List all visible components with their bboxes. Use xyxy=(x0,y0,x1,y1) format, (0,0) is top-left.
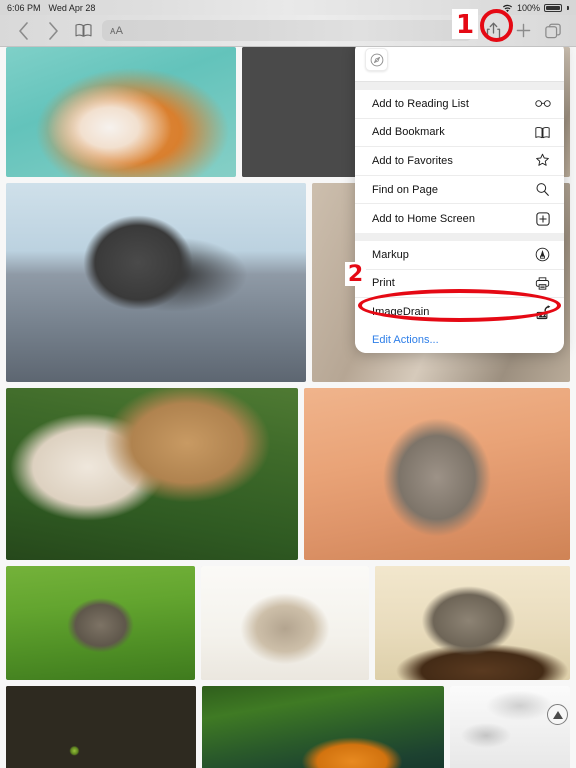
share-item-find-on-page[interactable]: Find on Page xyxy=(355,175,564,205)
chevron-left-icon[interactable] xyxy=(8,17,38,45)
glasses-icon xyxy=(534,95,551,112)
image-thumbnail xyxy=(6,183,306,382)
share-item-add-to-reading-list[interactable]: Add to Reading List xyxy=(355,90,564,119)
share-item-print[interactable]: Print xyxy=(355,269,564,299)
photo-green-eyed-tabby[interactable] xyxy=(6,686,196,768)
battery-percent-label: 100% xyxy=(516,2,540,13)
photo-kitten-in-daisies[interactable] xyxy=(6,566,196,680)
image-thumbnail xyxy=(6,388,298,560)
share-sheet-divider-2 xyxy=(355,232,564,241)
gallery-row xyxy=(6,686,570,768)
share-item-imagedrain[interactable]: ImageDrain xyxy=(355,298,564,327)
status-time: 6:06 PM xyxy=(7,2,41,13)
text-size-button[interactable]: ᴀA xyxy=(110,25,123,37)
plus-icon[interactable] xyxy=(508,17,538,45)
photo-sketch-animals[interactable] xyxy=(450,686,570,768)
photo-scottish-fold-sitting[interactable] xyxy=(304,388,570,560)
share-sheet-card: Add to Reading List Add Bookmark Add to … xyxy=(355,40,564,353)
share-actions-group-2: Markup Print ImageDrain xyxy=(355,240,564,327)
image-thumbnail xyxy=(450,686,570,768)
share-actions-group-1: Add to Reading List Add Bookmark Add to … xyxy=(355,90,564,233)
battery-tip xyxy=(567,5,569,10)
address-bar[interactable]: ᴀA xyxy=(102,20,472,41)
share-item-add-to-favorites[interactable]: Add to Favorites xyxy=(355,147,564,176)
share-item-label: Add Bookmark xyxy=(372,126,445,139)
share-item-label: Add to Reading List xyxy=(372,97,469,110)
chevron-right-icon[interactable] xyxy=(38,17,68,45)
share-item-label: ImageDrain xyxy=(372,306,430,319)
share-sheet-divider-1 xyxy=(355,82,564,90)
safari-compass-icon xyxy=(365,48,388,71)
open-book-icon xyxy=(534,124,551,141)
star-icon xyxy=(534,152,551,169)
image-thumbnail xyxy=(304,388,570,560)
scroll-to-top-button[interactable] xyxy=(547,704,568,725)
image-thumbnail xyxy=(201,566,369,680)
share-item-label: Print xyxy=(372,277,395,290)
gallery-row xyxy=(6,566,570,680)
magnifier-icon xyxy=(534,181,551,198)
share-item-markup[interactable]: Markup xyxy=(355,240,564,270)
share-sheet-popover[interactable]: Add to Reading List Add Bookmark Add to … xyxy=(355,40,564,353)
tabs-overview-icon[interactable] xyxy=(538,17,568,45)
share-item-add-to-home-screen[interactable]: Add to Home Screen xyxy=(355,204,564,233)
printer-icon xyxy=(534,275,551,292)
photo-kitten-looking-up[interactable] xyxy=(374,566,570,680)
share-item-label: Markup xyxy=(372,248,409,261)
status-date: Wed Apr 28 xyxy=(48,2,96,13)
photo-tabby-on-white[interactable] xyxy=(201,566,369,680)
share-item-add-bookmark[interactable]: Add Bookmark xyxy=(355,118,564,148)
image-thumbnail xyxy=(374,566,570,680)
markup-pen-circle-icon xyxy=(534,246,551,263)
photo-kitten-with-flower[interactable] xyxy=(6,183,306,382)
imagedrain-icon xyxy=(534,304,551,321)
annotation-step-2: 2 xyxy=(345,262,366,286)
image-thumbnail xyxy=(6,566,196,680)
image-thumbnail xyxy=(6,686,196,768)
wifi-icon xyxy=(502,4,513,13)
share-item-label: Add to Favorites xyxy=(372,154,453,167)
photo-cat-and-dog-in-grass[interactable] xyxy=(6,388,298,560)
book-icon[interactable] xyxy=(68,17,98,45)
ipad-safari-screen: 6:06 PM Wed Apr 28 100% ᴀA Add to Readin… xyxy=(0,0,576,768)
edit-actions-button[interactable]: Edit Actions... xyxy=(355,326,564,353)
share-button[interactable] xyxy=(478,17,508,45)
share-item-label: Find on Page xyxy=(372,183,439,196)
status-bar: 6:06 PM Wed Apr 28 100% xyxy=(0,0,576,15)
photo-tiger-in-water[interactable] xyxy=(202,686,444,768)
image-thumbnail xyxy=(6,47,237,177)
battery-full-icon xyxy=(544,3,562,12)
image-thumbnail xyxy=(202,686,444,768)
triangle-up-icon xyxy=(552,710,563,719)
gallery-row xyxy=(6,388,570,560)
plus-in-square-icon xyxy=(534,210,551,227)
browser-toolbar: ᴀA xyxy=(0,15,576,47)
photo-ginger-cat-licking[interactable] xyxy=(6,47,237,177)
annotation-step-1: 1 xyxy=(452,9,478,39)
share-item-label: Add to Home Screen xyxy=(372,212,476,225)
